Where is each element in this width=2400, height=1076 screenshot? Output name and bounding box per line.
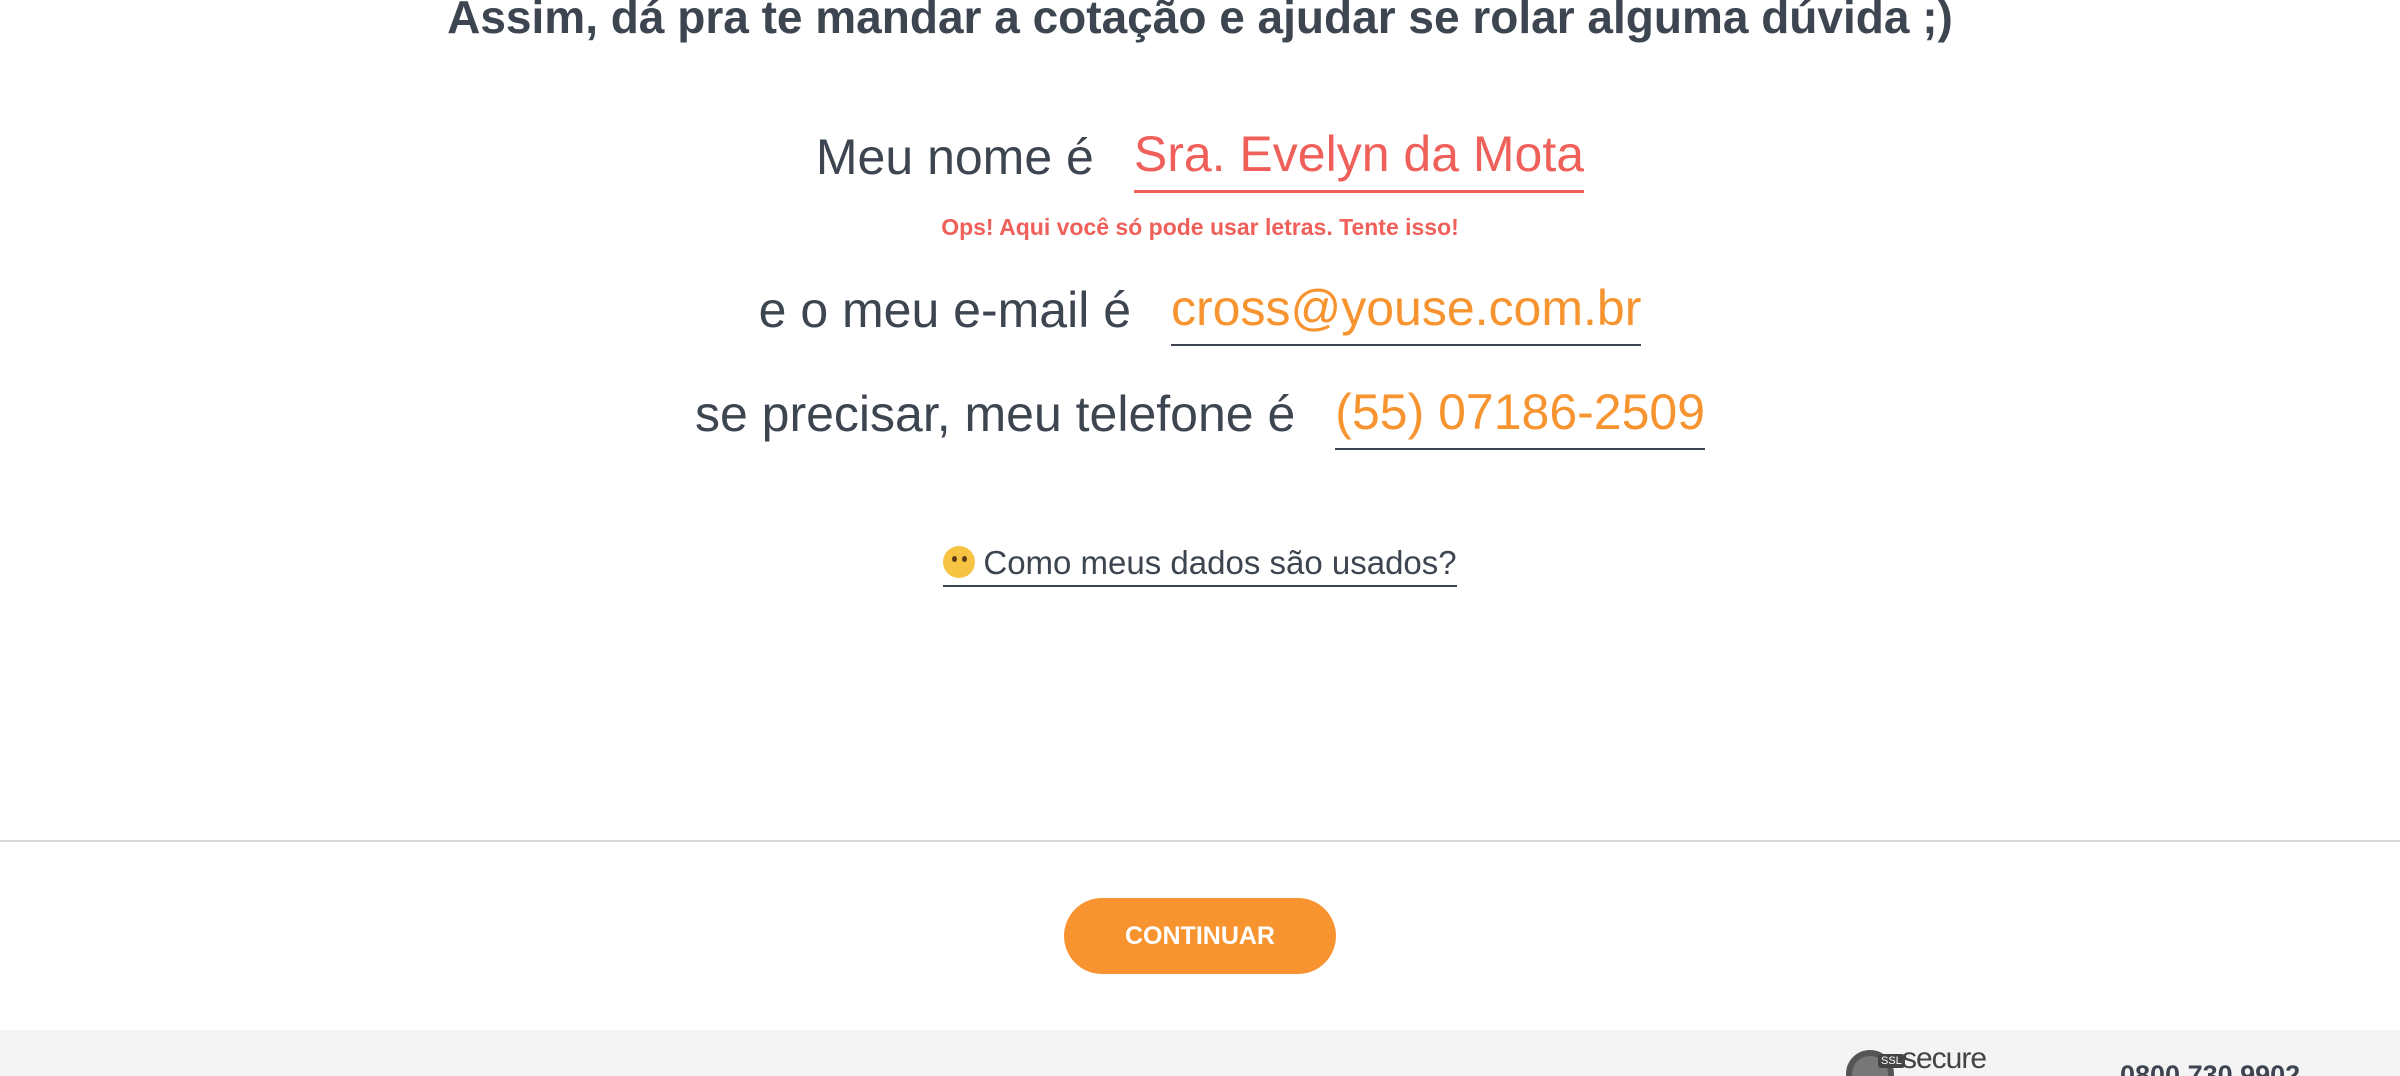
ssl-tag: SSL	[1878, 1054, 1905, 1068]
email-label: e o meu e-mail é	[758, 282, 1132, 338]
email-row: e o meu e-mail é cross@youse.com.br	[0, 278, 2400, 346]
footer-phone: 0800 730 9902	[2120, 1060, 2301, 1076]
email-field[interactable]: cross@youse.com.br	[1171, 278, 1642, 346]
data-usage-link[interactable]: Como meus dados são usados?	[943, 544, 1457, 587]
continue-button[interactable]: CONTINUAR	[1064, 898, 1336, 974]
name-label: Meu nome é	[815, 129, 1094, 185]
divider	[0, 840, 2400, 842]
name-error-message: Ops! Aqui você só pode usar letras. Tent…	[941, 214, 1459, 240]
ssl-secure-badge: SSL secure	[1846, 1042, 1987, 1076]
phone-label: se precisar, meu telefone é	[694, 386, 1296, 442]
data-usage-link-label: Como meus dados são usados?	[983, 544, 1457, 581]
ssl-lock-icon: SSL	[1846, 1050, 1905, 1076]
phone-field[interactable]: (55) 07186-2509	[1335, 382, 1706, 450]
help-link-container: Como meus dados são usados?	[0, 544, 2400, 587]
ssl-text: secure	[1902, 1042, 1987, 1075]
footer: SSL secure 0800 730 9902	[0, 1030, 2400, 1076]
thinking-face-icon	[943, 546, 976, 578]
phone-row: se precisar, meu telefone é (55) 07186-2…	[0, 382, 2400, 450]
page: Assim, dá pra te mandar a cotação e ajud…	[0, 0, 2400, 1076]
page-heading: Assim, dá pra te mandar a cotação e ajud…	[447, 0, 1953, 43]
name-field[interactable]: Sra. Evelyn da Mota	[1133, 124, 1585, 193]
name-row: Meu nome é Sra. Evelyn da Mota	[0, 124, 2400, 193]
